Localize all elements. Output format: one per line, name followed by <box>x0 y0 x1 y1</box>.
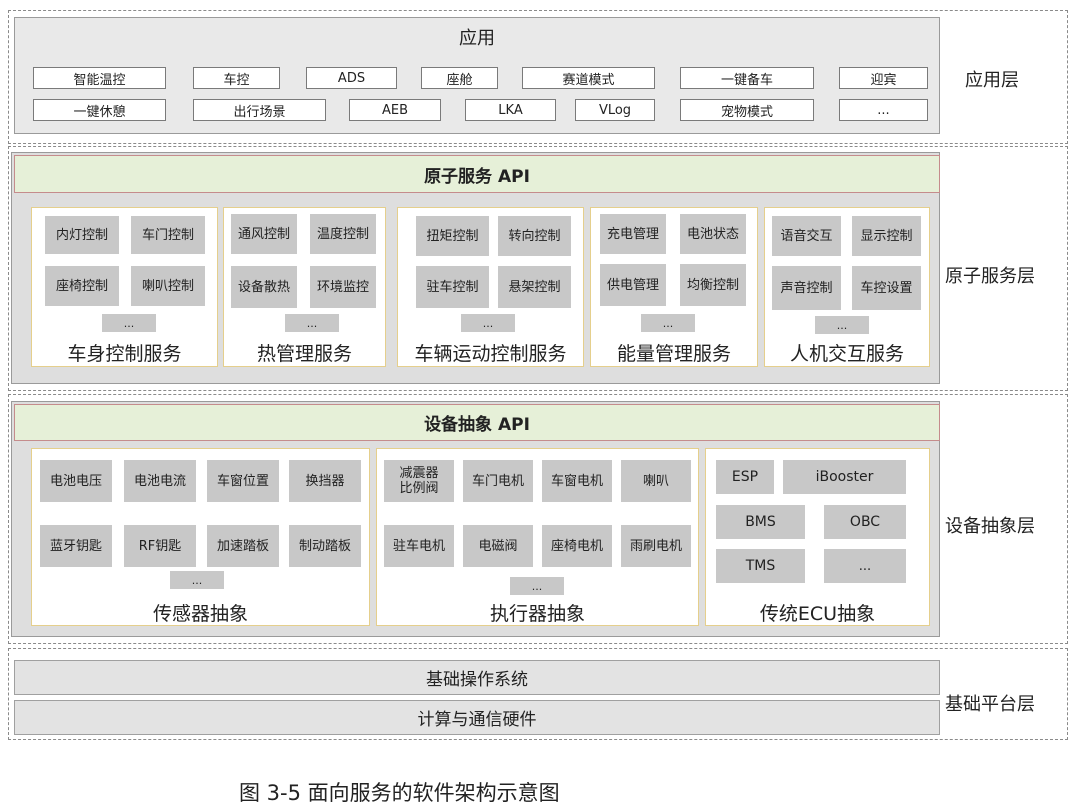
tms: TMS <box>716 549 805 583</box>
thermal-more: ... <box>285 314 339 332</box>
charging-management: 充电管理 <box>600 214 666 254</box>
thermal-management-service-label: 热管理服务 <box>256 343 352 365</box>
torque-control: 扭矩控制 <box>416 216 489 256</box>
motion-more: ... <box>461 314 515 332</box>
solenoid-valve: 电磁阀 <box>463 525 533 567</box>
bluetooth-key: 蓝牙钥匙 <box>40 525 112 567</box>
parking-control: 驻车控制 <box>416 266 489 308</box>
energy-management-service-label: 能量管理服务 <box>616 343 731 365</box>
power-supply-management: 供电管理 <box>600 264 666 306</box>
suspension-control: 悬架控制 <box>498 266 571 308</box>
body-control-service-label: 车身控制服务 <box>67 343 182 365</box>
display-control: 显示控制 <box>852 216 921 256</box>
actuator-abstraction-label: 执行器抽象 <box>489 603 585 625</box>
obc: OBC <box>824 505 906 539</box>
sensor-abstraction-label: 传感器抽象 <box>152 603 248 625</box>
window-motor: 车窗电机 <box>542 460 612 502</box>
energy-more: ... <box>641 314 695 332</box>
app-cockpit: 座舱 <box>421 67 498 89</box>
interior-light-control: 内灯控制 <box>45 216 119 254</box>
app-track-mode: 赛道模式 <box>522 67 655 89</box>
seat-motor: 座椅电机 <box>542 525 612 567</box>
app-smart-climate: 智能温控 <box>33 67 166 89</box>
vehicle-motion-control-service-label: 车辆运动控制服务 <box>414 343 567 365</box>
temperature-control: 温度控制 <box>310 214 376 254</box>
ibooster: iBooster <box>783 460 906 494</box>
device-cooling: 设备散热 <box>231 266 297 308</box>
shock-absorber-proportional-valve: 减震器 比例阀 <box>384 460 454 502</box>
brake-pedal: 制动踏板 <box>289 525 361 567</box>
ecu-more: ... <box>824 549 906 583</box>
app-lka: LKA <box>465 99 556 121</box>
body-control-more: ... <box>102 314 156 332</box>
application-layer-label: 应用层 <box>965 70 1019 91</box>
device-abstraction-api-bar: 设备抽象 API <box>14 404 940 441</box>
battery-voltage: 电池电压 <box>40 460 112 502</box>
battery-current: 电池电流 <box>124 460 196 502</box>
seat-control: 座椅控制 <box>45 266 119 306</box>
window-position: 车窗位置 <box>207 460 279 502</box>
app-ads: ADS <box>306 67 397 89</box>
app-aeb: AEB <box>349 99 441 121</box>
device-layer-label: 设备抽象层 <box>945 516 1035 537</box>
battery-status: 电池状态 <box>680 214 746 254</box>
compute-communication-hardware-bar: 计算与通信硬件 <box>14 700 940 735</box>
atomic-service-api-bar: 原子服务 API <box>14 155 940 193</box>
gear-shifter: 换挡器 <box>289 460 361 502</box>
application-title: 应用 <box>459 28 495 49</box>
actuator-more: ... <box>510 577 564 595</box>
app-pet-mode: 宠物模式 <box>680 99 814 121</box>
rf-key: RF钥匙 <box>124 525 196 567</box>
voice-interaction: 语音交互 <box>772 216 841 256</box>
bms: BMS <box>716 505 805 539</box>
app-more: ... <box>839 99 928 121</box>
app-one-key-prepare: 一键备车 <box>680 67 814 89</box>
sensor-more: ... <box>170 571 224 589</box>
hmi-service-label: 人机交互服务 <box>789 343 904 365</box>
app-one-key-rest: 一键休憩 <box>33 99 166 121</box>
atomic-layer-label: 原子服务层 <box>945 266 1035 287</box>
esp: ESP <box>716 460 774 494</box>
app-vlog: VLog <box>575 99 655 121</box>
horn: 喇叭 <box>621 460 691 502</box>
app-welcome: 迎宾 <box>839 67 928 89</box>
accelerator-pedal: 加速踏板 <box>207 525 279 567</box>
base-os-bar: 基础操作系统 <box>14 660 940 695</box>
environment-monitoring: 环境监控 <box>310 266 376 308</box>
steering-control: 转向控制 <box>498 216 571 256</box>
base-platform-layer-label: 基础平台层 <box>945 694 1035 715</box>
balance-control: 均衡控制 <box>680 264 746 306</box>
horn-control: 喇叭控制 <box>131 266 205 306</box>
parking-motor: 驻车电机 <box>384 525 454 567</box>
sound-control: 声音控制 <box>772 266 841 310</box>
figure-caption: 图 3-5 面向服务的软件架构示意图 <box>239 781 560 805</box>
wiper-motor: 雨刷电机 <box>621 525 691 567</box>
app-vehicle-control: 车控 <box>193 67 280 89</box>
ventilation-control: 通风控制 <box>231 214 297 254</box>
door-motor: 车门电机 <box>463 460 533 502</box>
door-control: 车门控制 <box>131 216 205 254</box>
hmi-more: ... <box>815 316 869 334</box>
legacy-ecu-abstraction-label: 传统ECU抽象 <box>759 603 876 625</box>
vehicle-control-settings: 车控设置 <box>852 266 921 310</box>
app-travel-scene: 出行场景 <box>193 99 326 121</box>
